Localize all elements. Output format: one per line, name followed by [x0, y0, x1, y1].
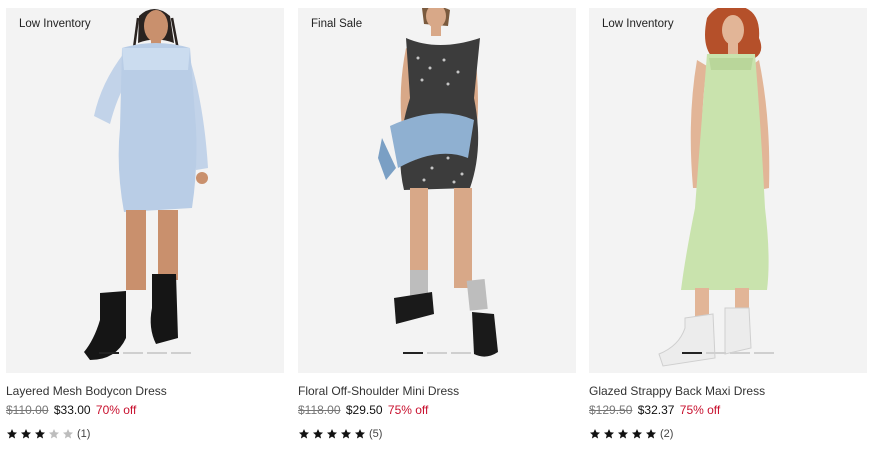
model-photo — [658, 8, 770, 367]
star-filled-icon — [21, 429, 31, 439]
product-title[interactable]: Floral Off-Shoulder Mini Dress — [298, 383, 576, 399]
product-card[interactable]: Final Sale Floral Off-Shoulder Mini Dres… — [298, 8, 576, 441]
carousel-dot-1[interactable] — [99, 352, 119, 354]
star-filled-icon — [604, 429, 614, 439]
discount-label: 75% off — [387, 403, 429, 417]
image-carousel-dots — [298, 352, 576, 354]
star-rating — [298, 428, 366, 440]
sale-price: $33.00 — [53, 403, 91, 417]
star-filled-icon — [313, 429, 323, 439]
original-price: $110.00 — [6, 403, 49, 417]
image-carousel-dots — [6, 352, 284, 354]
price-row: $118.00 $29.50 75% off — [298, 402, 576, 418]
price-row: $110.00 $33.00 70% off — [6, 402, 284, 418]
star-filled-icon — [35, 429, 45, 439]
carousel-dot-3[interactable] — [451, 352, 471, 354]
review-count: (2) — [660, 428, 674, 440]
star-filled-icon — [618, 429, 628, 439]
star-empty-icon — [49, 429, 59, 439]
product-image[interactable]: Low Inventory — [589, 8, 867, 373]
star-filled-icon — [646, 429, 656, 439]
carousel-dot-1[interactable] — [682, 352, 702, 354]
rating-row[interactable]: (5) — [298, 427, 576, 441]
review-count: (5) — [369, 428, 383, 440]
product-badge: Low Inventory — [602, 18, 674, 30]
review-count: (1) — [77, 428, 91, 440]
carousel-dot-4[interactable] — [754, 352, 774, 354]
star-rating — [589, 428, 657, 440]
star-filled-icon — [590, 429, 600, 439]
star-rating — [6, 428, 74, 440]
star-filled-icon — [632, 429, 642, 439]
discount-label: 75% off — [679, 403, 721, 417]
carousel-dot-3[interactable] — [147, 352, 167, 354]
product-badge: Low Inventory — [19, 18, 91, 30]
rating-row[interactable]: (2) — [589, 427, 867, 441]
product-grid: Low Inventory Layered Mesh Bodycon Dress… — [0, 0, 870, 455]
star-filled-icon — [355, 429, 365, 439]
star-filled-icon — [299, 429, 309, 439]
product-image[interactable]: Low Inventory — [6, 8, 284, 373]
product-image[interactable]: Final Sale — [298, 8, 576, 373]
product-card[interactable]: Low Inventory — [6, 8, 284, 441]
star-empty-icon — [63, 429, 73, 439]
carousel-dot-4[interactable] — [171, 352, 191, 354]
product-card[interactable]: Low Inventory — [589, 8, 867, 441]
carousel-dot-1[interactable] — [403, 352, 423, 354]
product-title[interactable]: Glazed Strappy Back Maxi Dress — [589, 383, 867, 399]
star-filled-icon — [7, 429, 17, 439]
discount-label: 70% off — [95, 403, 137, 417]
rating-row[interactable]: (1) — [6, 427, 284, 441]
carousel-dot-2[interactable] — [427, 352, 447, 354]
product-badge: Final Sale — [311, 18, 363, 30]
original-price: $118.00 — [298, 403, 341, 417]
carousel-dot-2[interactable] — [706, 352, 726, 354]
star-filled-icon — [341, 429, 351, 439]
original-price: $129.50 — [589, 403, 633, 417]
sale-price: $29.50 — [345, 403, 383, 417]
model-photo — [84, 9, 208, 360]
product-title[interactable]: Layered Mesh Bodycon Dress — [6, 383, 284, 399]
model-photo — [378, 8, 498, 357]
image-carousel-dots — [589, 352, 867, 354]
carousel-dot-2[interactable] — [123, 352, 143, 354]
carousel-dot-3[interactable] — [730, 352, 750, 354]
star-filled-icon — [327, 429, 337, 439]
sale-price: $32.37 — [637, 403, 675, 417]
price-row: $129.50 $32.37 75% off — [589, 402, 867, 418]
